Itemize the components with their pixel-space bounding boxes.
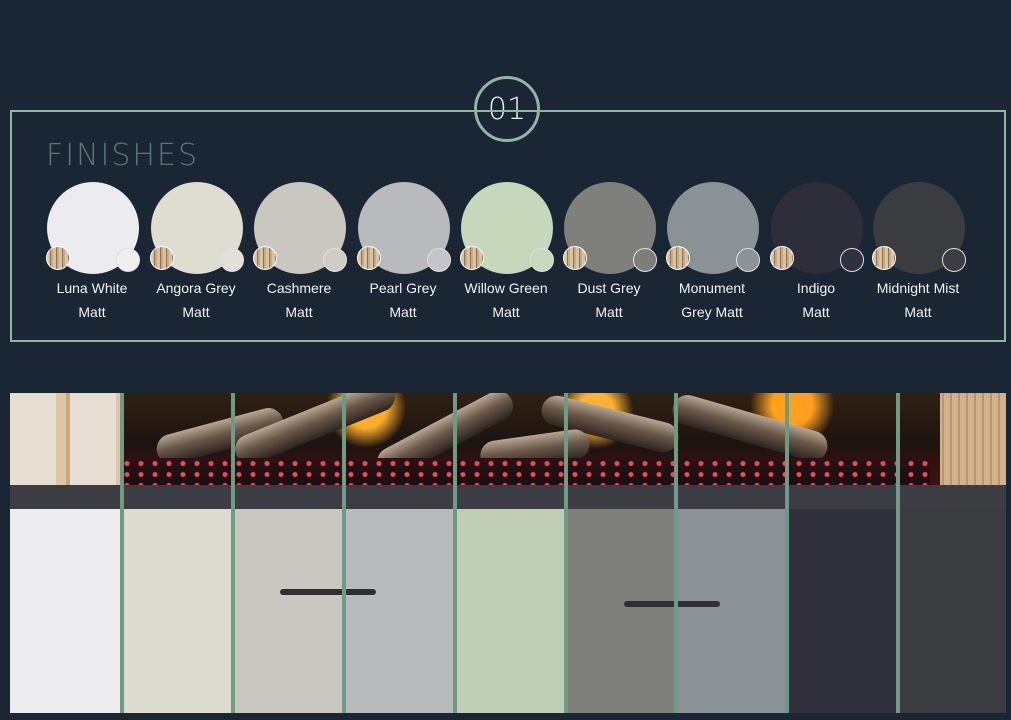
finish-mini-swatch xyxy=(736,248,760,272)
cabinet-panel xyxy=(10,509,122,713)
swatch-indigo[interactable]: Indigo Matt xyxy=(764,180,868,330)
swatch-cashmere[interactable]: Cashmere Matt xyxy=(247,180,351,330)
swatch-label: Willow Green Matt xyxy=(464,280,548,320)
cabinet-panel xyxy=(455,509,566,713)
swatch-label: Luna White Matt xyxy=(56,280,128,320)
finish-mini-swatch xyxy=(840,248,864,272)
wood-texture-icon xyxy=(357,246,381,270)
cabinet-panel xyxy=(676,509,787,713)
wood-texture-icon xyxy=(770,246,794,270)
swatch-label: Pearl Grey Matt xyxy=(369,280,437,320)
finish-mini-swatch xyxy=(323,248,347,272)
wood-texture-icon xyxy=(253,246,277,270)
finish-mini-swatch xyxy=(427,248,451,272)
finish-mini-swatch xyxy=(220,248,244,272)
finish-mini-swatch xyxy=(116,248,140,272)
swatch-label: Angora Grey Matt xyxy=(156,280,236,320)
panel-divider xyxy=(785,393,789,713)
cabinet-panel xyxy=(898,509,1006,713)
finish-swatches: Luna White Matt Angora Grey Matt Cashmere M… xyxy=(40,180,970,330)
wood-texture-icon xyxy=(150,246,174,270)
cabinet-panel xyxy=(787,509,898,713)
fireplace-scene xyxy=(10,393,1006,713)
swatch-angora-grey[interactable]: Angora Grey Matt xyxy=(144,180,248,330)
swatch-label: Midnight Mist Matt xyxy=(876,280,960,320)
cabinet-panel xyxy=(122,509,233,713)
panel-divider xyxy=(453,393,457,713)
wood-texture-icon xyxy=(666,246,690,270)
swatch-willow-green[interactable]: Willow Green Matt xyxy=(454,180,558,330)
finish-mini-swatch xyxy=(633,248,657,272)
panel-divider xyxy=(896,393,900,713)
panel-divider xyxy=(564,393,568,713)
swatch-pearl-grey[interactable]: Pearl Grey Matt xyxy=(351,180,455,330)
cabinet-panel xyxy=(233,509,344,713)
swatch-luna-white[interactable]: Luna White Matt xyxy=(40,180,144,330)
wood-texture-icon xyxy=(563,246,587,270)
swatch-label: Monument Grey Matt xyxy=(678,280,746,320)
drawer-handle xyxy=(624,601,720,607)
swatch-midnight-mist[interactable]: Midnight Mist Matt xyxy=(866,180,970,330)
finish-mini-swatch xyxy=(530,248,554,272)
section-title: FINISHES xyxy=(46,138,199,173)
cabinet-panel xyxy=(344,509,455,713)
drawer-handle xyxy=(280,589,376,595)
panel-divider xyxy=(231,393,235,713)
panel-divider xyxy=(674,393,678,713)
wood-texture-icon xyxy=(46,246,70,270)
swatch-label: Cashmere Matt xyxy=(266,280,332,320)
panel-divider xyxy=(342,393,346,713)
swatch-monument-grey[interactable]: Monument Grey Matt xyxy=(660,180,764,330)
panel-divider xyxy=(120,393,124,713)
wood-texture-icon xyxy=(460,246,484,270)
fireplace-mantel xyxy=(10,485,1006,509)
swatch-label: Dust Grey Matt xyxy=(577,280,641,320)
wood-texture-icon xyxy=(872,246,896,270)
finish-mini-swatch xyxy=(942,248,966,272)
swatch-dust-grey[interactable]: Dust Grey Matt xyxy=(557,180,661,330)
cabinet-panel xyxy=(566,509,676,713)
